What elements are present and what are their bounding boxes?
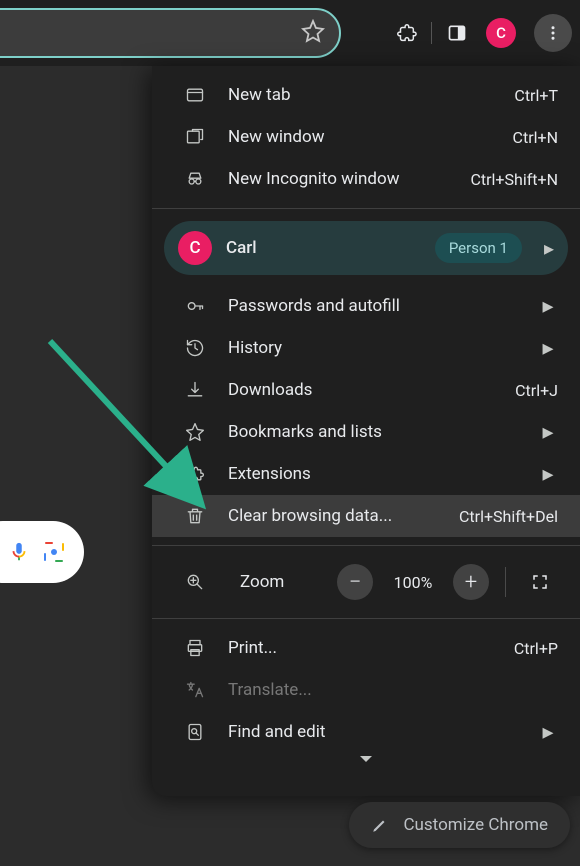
download-icon — [184, 380, 206, 400]
menu-shortcut: Ctrl+N — [513, 128, 558, 147]
menu-find-edit[interactable]: Find and edit ▸ — [152, 711, 580, 753]
menu-new-window[interactable]: New window Ctrl+N — [152, 116, 580, 158]
menu-zoom-row: Zoom − 100% + — [152, 554, 580, 610]
menu-item-label: New Incognito window — [228, 169, 470, 189]
customize-label: Customize Chrome — [403, 815, 548, 835]
zoom-separator — [505, 567, 506, 597]
menu-item-label: New tab — [228, 85, 514, 105]
menu-passwords[interactable]: Passwords and autofill ▸ — [152, 285, 580, 327]
menu-item-label: Find and edit — [228, 722, 538, 742]
print-icon — [184, 638, 206, 658]
menu-item-label: Bookmarks and lists — [228, 422, 538, 442]
search-tools-pill[interactable] — [0, 521, 84, 583]
history-icon — [184, 338, 206, 358]
toolbar-right: C — [395, 0, 572, 66]
menu-bookmarks[interactable]: Bookmarks and lists ▸ — [152, 411, 580, 453]
profile-chip: Person 1 — [435, 233, 522, 263]
bookmark-star-icon[interactable] — [301, 19, 325, 47]
zoom-out-button[interactable]: − — [337, 564, 373, 600]
browser-toolbar: C — [0, 0, 580, 66]
new-tab-icon — [184, 85, 206, 105]
new-window-icon — [184, 127, 206, 147]
address-bar[interactable] — [0, 8, 341, 58]
trash-icon — [184, 506, 206, 526]
submenu-arrow-icon: ▸ — [538, 294, 558, 319]
pencil-icon — [371, 816, 389, 834]
menu-shortcut: Ctrl+J — [515, 381, 558, 400]
puzzle-icon — [184, 464, 206, 484]
menu-item-label: History — [228, 338, 538, 358]
zoom-label: Zoom — [240, 572, 325, 592]
translate-icon — [184, 680, 206, 700]
menu-divider — [152, 208, 580, 209]
menu-shortcut: Ctrl+T — [514, 86, 558, 105]
menu-downloads[interactable]: Downloads Ctrl+J — [152, 369, 580, 411]
profile-avatar-icon: C — [178, 231, 212, 265]
menu-shortcut: Ctrl+Shift+Del — [459, 507, 558, 526]
menu-divider — [152, 545, 580, 546]
fullscreen-button[interactable] — [522, 564, 558, 600]
incognito-icon — [184, 169, 206, 189]
menu-item-label: Translate... — [228, 680, 558, 700]
menu-clear-browsing-data[interactable]: Clear browsing data... Ctrl+Shift+Del — [152, 495, 580, 537]
toolbar-separator — [431, 22, 432, 44]
key-icon — [184, 296, 206, 316]
menu-profile-row[interactable]: C Carl Person 1 ▸ — [164, 221, 568, 275]
menu-item-label: Downloads — [228, 380, 515, 400]
menu-item-label: Print... — [228, 638, 514, 658]
menu-shortcut: Ctrl+Shift+N — [470, 170, 558, 189]
chrome-menu: New tab Ctrl+T New window Ctrl+N New Inc… — [152, 66, 580, 796]
star-icon — [184, 422, 206, 442]
menu-item-label: Passwords and autofill — [228, 296, 538, 316]
menu-button[interactable] — [534, 14, 572, 52]
menu-history[interactable]: History ▸ — [152, 327, 580, 369]
menu-print[interactable]: Print... Ctrl+P — [152, 627, 580, 669]
menu-item-label: New window — [228, 127, 513, 147]
menu-new-tab[interactable]: New tab Ctrl+T — [152, 74, 580, 116]
menu-translate: Translate... — [152, 669, 580, 711]
profile-name: Carl — [226, 238, 421, 258]
menu-shortcut: Ctrl+P — [514, 639, 558, 658]
mic-icon — [8, 541, 30, 563]
zoom-percent: 100% — [385, 573, 441, 592]
customize-chrome-button[interactable]: Customize Chrome — [349, 802, 570, 848]
zoom-icon — [184, 572, 206, 592]
profile-avatar[interactable]: C — [486, 18, 516, 48]
find-icon — [184, 722, 206, 742]
menu-new-incognito[interactable]: New Incognito window Ctrl+Shift+N — [152, 158, 580, 200]
submenu-arrow-icon: ▸ — [538, 420, 558, 445]
submenu-arrow-icon: ▸ — [538, 462, 558, 487]
menu-item-label: Extensions — [228, 464, 538, 484]
menu-item-label: Clear browsing data... — [228, 506, 459, 526]
submenu-arrow-icon: ▸ — [538, 336, 558, 361]
extensions-puzzle-icon[interactable] — [395, 22, 417, 44]
zoom-in-button[interactable]: + — [453, 564, 489, 600]
menu-extensions[interactable]: Extensions ▸ — [152, 453, 580, 495]
menu-divider — [152, 618, 580, 619]
lens-icon — [42, 540, 66, 564]
submenu-arrow-icon: ▸ — [538, 720, 558, 745]
side-panel-icon[interactable] — [446, 22, 468, 44]
submenu-arrow-icon: ▸ — [544, 236, 554, 260]
